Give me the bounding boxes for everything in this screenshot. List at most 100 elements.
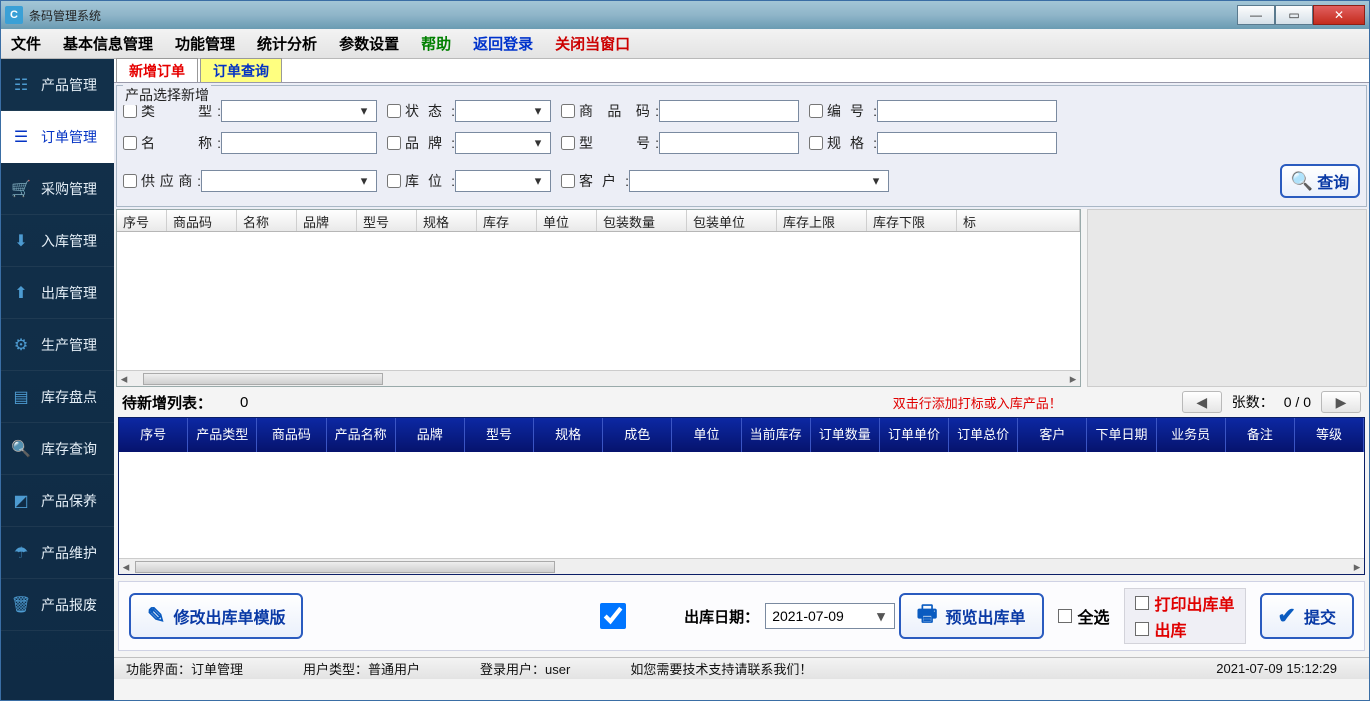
scroll-right-icon[interactable]: ▸: [1066, 371, 1080, 387]
no-checkbox[interactable]: [809, 104, 823, 118]
spec-checkbox[interactable]: [809, 136, 823, 150]
col-code[interactable]: 商品码: [167, 210, 237, 231]
menu-close-window[interactable]: 关闭当窗口: [555, 33, 630, 54]
type-checkbox[interactable]: [123, 104, 137, 118]
scroll-thumb[interactable]: [143, 373, 383, 385]
col-unit[interactable]: 单位: [537, 210, 597, 231]
customer-combo[interactable]: ▾: [629, 170, 889, 192]
submit-button[interactable]: ✔提交: [1260, 593, 1354, 639]
col2-remark[interactable]: 备注: [1226, 418, 1295, 452]
menu-basic[interactable]: 基本信息管理: [63, 33, 153, 54]
sidebar-item-scrap[interactable]: 🗑产品报废: [1, 579, 114, 631]
pager-next-button[interactable]: ▶: [1321, 391, 1361, 413]
outbound-date-checkbox[interactable]: [548, 603, 678, 629]
col-spec[interactable]: 规格: [417, 210, 477, 231]
modify-template-button[interactable]: ✎修改出库单模版: [129, 593, 303, 639]
minimize-button[interactable]: —: [1237, 5, 1275, 25]
menu-stats[interactable]: 统计分析: [257, 33, 317, 54]
product-grid[interactable]: 序号 商品码 名称 品牌 型号 规格 库存 单位 包装数量 包装单位 库存上限 …: [116, 209, 1081, 387]
col2-stock[interactable]: 当前库存: [742, 418, 811, 452]
outbound-date-input[interactable]: [765, 603, 895, 629]
sidebar-item-production[interactable]: ⚙生产管理: [1, 319, 114, 371]
select-all[interactable]: 全选: [1058, 604, 1110, 628]
customer-checkbox[interactable]: [561, 174, 575, 188]
brand-checkbox[interactable]: [387, 136, 401, 150]
col-lower[interactable]: 库存下限: [867, 210, 957, 231]
name-input[interactable]: [221, 132, 377, 154]
preview-button[interactable]: 🖶预览出库单: [899, 593, 1044, 639]
spec-input[interactable]: [877, 132, 1057, 154]
col2-unit[interactable]: 单位: [672, 418, 741, 452]
pending-grid[interactable]: 序号 产品类型 商品码 产品名称 品牌 型号 规格 成色 单位 当前库存 订单数…: [118, 417, 1365, 575]
col-packunit[interactable]: 包装单位: [687, 210, 777, 231]
menu-help[interactable]: 帮助: [421, 33, 451, 54]
model-input[interactable]: [659, 132, 799, 154]
calendar-icon[interactable]: ▾: [877, 607, 885, 625]
print-checkbox[interactable]: [1135, 596, 1149, 610]
scroll-left-icon[interactable]: ◂: [117, 371, 131, 387]
maximize-button[interactable]: ▭: [1275, 5, 1313, 25]
loc-checkbox[interactable]: [387, 174, 401, 188]
col-name[interactable]: 名称: [237, 210, 297, 231]
col2-name[interactable]: 产品名称: [327, 418, 396, 452]
outbound-checkbox[interactable]: [1135, 622, 1149, 636]
scroll-right-icon[interactable]: ▸: [1350, 559, 1364, 575]
close-button[interactable]: ✕: [1313, 5, 1365, 25]
col-brand[interactable]: 品牌: [297, 210, 357, 231]
brand-combo[interactable]: ▾: [455, 132, 551, 154]
pending-grid-scrollbar[interactable]: ◂ ▸: [119, 558, 1364, 574]
tab-new-order[interactable]: 新增订单: [116, 58, 198, 82]
sidebar-item-stockquery[interactable]: 🔍库存查询: [1, 423, 114, 475]
name-checkbox[interactable]: [123, 136, 137, 150]
supplier-checkbox[interactable]: [123, 174, 137, 188]
col-upper[interactable]: 库存上限: [777, 210, 867, 231]
model-checkbox[interactable]: [561, 136, 575, 150]
col2-brand[interactable]: 品牌: [396, 418, 465, 452]
col2-spec[interactable]: 规格: [534, 418, 603, 452]
sidebar-item-order[interactable]: ☰订单管理: [1, 111, 114, 163]
col2-type[interactable]: 产品类型: [188, 418, 257, 452]
col2-total[interactable]: 订单总价: [949, 418, 1018, 452]
status-checkbox[interactable]: [387, 104, 401, 118]
col2-cond[interactable]: 成色: [603, 418, 672, 452]
menu-back-login[interactable]: 返回登录: [473, 33, 533, 54]
type-combo[interactable]: ▾: [221, 100, 377, 122]
sidebar-item-outbound[interactable]: ⬆出库管理: [1, 267, 114, 319]
sidebar-item-stocktake[interactable]: ▤库存盘点: [1, 371, 114, 423]
col2-price[interactable]: 订单单价: [880, 418, 949, 452]
sidebar-item-repair[interactable]: ☂产品维护: [1, 527, 114, 579]
col2-grade[interactable]: 等级: [1295, 418, 1364, 452]
no-input[interactable]: [877, 100, 1057, 122]
col2-date[interactable]: 下单日期: [1087, 418, 1156, 452]
menu-file[interactable]: 文件: [11, 33, 41, 54]
col-tag[interactable]: 标: [957, 210, 1080, 231]
col-model[interactable]: 型号: [357, 210, 417, 231]
col2-salesman[interactable]: 业务员: [1157, 418, 1226, 452]
col2-code[interactable]: 商品码: [257, 418, 326, 452]
tab-query-order[interactable]: 订单查询: [200, 58, 282, 82]
col-packqty[interactable]: 包装数量: [597, 210, 687, 231]
pager-prev-button[interactable]: ◀: [1182, 391, 1222, 413]
sidebar-item-product[interactable]: ☷产品管理: [1, 59, 114, 111]
sidebar-item-maintain[interactable]: ◩产品保养: [1, 475, 114, 527]
sidebar-item-inbound[interactable]: ⬇入库管理: [1, 215, 114, 267]
select-all-checkbox[interactable]: [1058, 609, 1072, 623]
col2-customer[interactable]: 客户: [1018, 418, 1087, 452]
menu-func[interactable]: 功能管理: [175, 33, 235, 54]
supplier-combo[interactable]: ▾: [201, 170, 377, 192]
scroll-left-icon[interactable]: ◂: [119, 559, 133, 575]
col-stock[interactable]: 库存: [477, 210, 537, 231]
query-button[interactable]: 🔍查询: [1280, 164, 1360, 198]
menu-params[interactable]: 参数设置: [339, 33, 399, 54]
sidebar-item-purchase[interactable]: 🛒采购管理: [1, 163, 114, 215]
col2-seq[interactable]: 序号: [119, 418, 188, 452]
col2-model[interactable]: 型号: [465, 418, 534, 452]
product-grid-scrollbar[interactable]: ◂ ▸: [117, 370, 1080, 386]
status-combo[interactable]: ▾: [455, 100, 551, 122]
loc-combo[interactable]: ▾: [455, 170, 551, 192]
col2-qty[interactable]: 订单数量: [811, 418, 880, 452]
code-checkbox[interactable]: [561, 104, 575, 118]
col-seq[interactable]: 序号: [117, 210, 167, 231]
code-input[interactable]: [659, 100, 799, 122]
scroll-thumb[interactable]: [135, 561, 555, 573]
